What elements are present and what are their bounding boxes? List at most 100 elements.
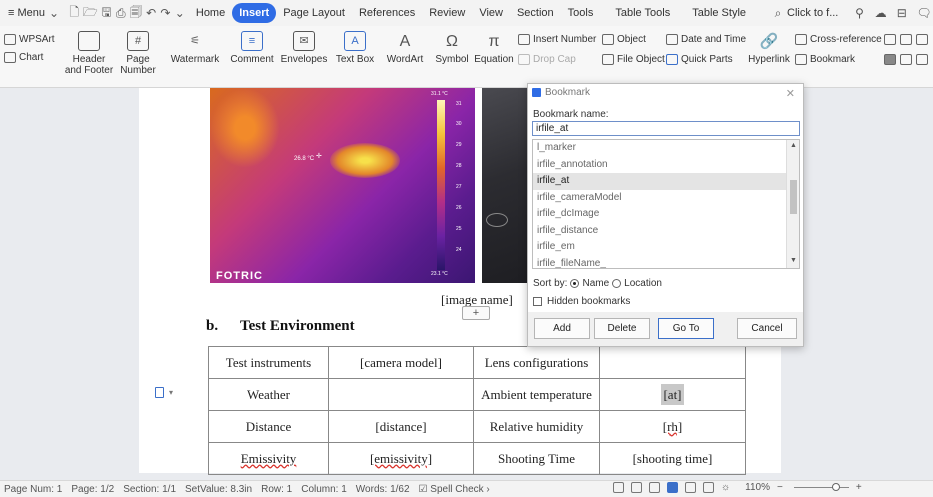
table-cell[interactable]: Relative humidity xyxy=(473,410,600,443)
date-time-button[interactable]: Date and Time xyxy=(666,34,746,45)
list-item[interactable]: l_marker xyxy=(533,140,799,157)
print-preview-icon[interactable]: 🗐 xyxy=(130,5,142,20)
spell-check-button[interactable]: ☑ Spell Check › xyxy=(419,484,490,495)
envelopes-button[interactable]: ✉ Envelopes xyxy=(280,31,328,65)
status-page-num[interactable]: Page Num: 1 xyxy=(4,484,62,495)
status-setvalue[interactable]: SetValue: 8.3in xyxy=(185,484,252,495)
table-cell[interactable] xyxy=(328,378,474,411)
page-number-button[interactable]: # Page Number xyxy=(116,31,160,76)
tab-page-layout[interactable]: Page Layout xyxy=(276,3,352,23)
header-footer-button[interactable]: Header and Footer xyxy=(64,31,114,76)
dialog-titlebar[interactable]: Bookmark xyxy=(532,87,590,98)
object-button[interactable]: Object xyxy=(602,34,646,45)
grid-icon[interactable] xyxy=(916,54,931,65)
form-icon[interactable] xyxy=(900,34,915,45)
open-file-icon[interactable]: 🗁 xyxy=(83,5,98,20)
list-scrollbar[interactable]: ▲ ▼ xyxy=(786,140,799,268)
visible-light-photo[interactable] xyxy=(482,88,532,283)
collapse-ribbon-icon[interactable]: ⊟ xyxy=(897,6,907,20)
undo-icon[interactable]: ↶ xyxy=(146,6,156,20)
focus-mode-icon[interactable]: ☼ xyxy=(721,482,730,493)
new-file-icon[interactable]: 🗋 xyxy=(69,5,79,20)
comment-button[interactable]: ≡ Comment xyxy=(228,31,276,65)
hidden-bookmarks-label[interactable]: Hidden bookmarks xyxy=(547,296,630,307)
chart-button[interactable]: Chart xyxy=(4,52,43,63)
list-item[interactable]: irfile_distance xyxy=(533,223,799,240)
scroll-up-icon[interactable]: ▲ xyxy=(790,142,797,149)
text-box-button[interactable]: A Text Box xyxy=(332,31,378,65)
drop-cap-button[interactable]: Drop Cap xyxy=(518,54,576,65)
table-cell[interactable]: Test instruments xyxy=(208,346,329,379)
tab-view[interactable]: View xyxy=(472,3,510,23)
tab-review[interactable]: Review xyxy=(422,3,472,23)
table-cell[interactable]: Distance xyxy=(208,410,329,443)
thermal-image[interactable]: 26.8 °C ✛ 31.1 °C 23.1 °C xyxy=(210,88,475,283)
table-cell[interactable]: [shooting time] xyxy=(599,442,746,475)
frame-icon[interactable] xyxy=(916,34,931,45)
list-item-selected[interactable]: irfile_at xyxy=(533,173,799,190)
list-item[interactable]: irfile_fileName_ xyxy=(533,256,799,269)
zoom-slider-knob[interactable] xyxy=(831,483,840,491)
table-cell[interactable]: [rh] xyxy=(599,410,746,443)
cancel-button[interactable]: Cancel xyxy=(737,318,797,339)
equation-button[interactable]: π Equation xyxy=(474,31,514,65)
status-page[interactable]: Page: 1/2 xyxy=(71,484,114,495)
table-cell[interactable]: Weather xyxy=(208,378,329,411)
bookmark-name-input[interactable] xyxy=(532,121,800,136)
print-icon[interactable]: ⎙ xyxy=(116,6,126,20)
tab-tools[interactable]: Tools xyxy=(561,3,601,23)
page-view-icon[interactable] xyxy=(667,482,678,493)
zoom-level[interactable]: 110% xyxy=(745,482,770,493)
zoom-slider[interactable] xyxy=(793,483,849,491)
table-cell[interactable]: [at] xyxy=(599,378,746,411)
tab-references[interactable]: References xyxy=(352,3,422,23)
cloud-icon[interactable]: ☁ xyxy=(875,6,887,20)
list-item[interactable]: irfile_cameraModel xyxy=(533,190,799,207)
sort-location-label[interactable]: Location xyxy=(624,278,662,289)
sort-location-radio[interactable] xyxy=(612,279,622,288)
table-cell[interactable]: [emissivity] xyxy=(328,442,474,475)
redo-icon[interactable]: ↷ xyxy=(160,6,170,20)
scroll-down-icon[interactable]: ▼ xyxy=(790,257,797,264)
paragraph-handle-icon[interactable] xyxy=(155,387,164,398)
delete-button[interactable]: Delete xyxy=(594,318,650,339)
status-words[interactable]: Words: 1/62 xyxy=(356,484,410,495)
tab-section[interactable]: Section xyxy=(510,3,561,23)
outline-view-icon[interactable] xyxy=(685,482,696,493)
wordart-button[interactable]: A WordArt xyxy=(382,31,428,65)
scrollbar-thumb[interactable] xyxy=(790,180,797,214)
reading-mode-icon[interactable] xyxy=(649,482,660,493)
tab-insert[interactable]: Insert xyxy=(232,3,277,23)
tab-home[interactable]: Home xyxy=(189,3,232,23)
eye-protection-icon[interactable] xyxy=(613,482,624,493)
tab-table-tools[interactable]: Table Tools xyxy=(608,3,677,23)
web-view-icon[interactable] xyxy=(703,482,714,493)
tab-table-style[interactable]: Table Style xyxy=(685,3,753,23)
table-cell[interactable]: Lens configurations xyxy=(473,346,600,379)
table-cell[interactable]: [distance] xyxy=(328,410,474,443)
image-icon[interactable] xyxy=(900,54,915,65)
share-icon[interactable]: ⚲ xyxy=(854,6,864,20)
sort-name-radio[interactable] xyxy=(570,279,580,288)
field-icon[interactable] xyxy=(884,34,899,45)
fullscreen-icon[interactable] xyxy=(631,482,642,493)
table-cell[interactable]: Shooting Time xyxy=(473,442,600,475)
quick-parts-button[interactable]: Quick Parts xyxy=(666,54,733,65)
layout-icon[interactable] xyxy=(884,54,899,65)
cross-reference-button[interactable]: Cross-reference xyxy=(795,34,882,45)
add-row-button[interactable]: + xyxy=(462,306,490,320)
add-button[interactable]: Add xyxy=(534,318,590,339)
bookmark-list[interactable]: l_marker irfile_annotation irfile_at irf… xyxy=(532,139,800,269)
table-cell[interactable]: [camera model] xyxy=(328,346,474,379)
list-item[interactable]: irfile_annotation xyxy=(533,157,799,174)
hyperlink-button[interactable]: 🔗 Hyperlink xyxy=(746,31,792,66)
table-cell[interactable]: Emissivity xyxy=(208,442,329,475)
symbol-button[interactable]: Ω Symbol xyxy=(432,31,472,65)
search-box[interactable]: ⌕ Click to f... xyxy=(765,2,842,24)
chevron-down-icon[interactable]: ▾ xyxy=(169,388,173,397)
save-icon[interactable]: 🖫 xyxy=(101,5,111,20)
zoom-out-icon[interactable]: − xyxy=(777,482,783,493)
status-section[interactable]: Section: 1/1 xyxy=(123,484,176,495)
main-menu-button[interactable]: ≡ Menu ⌄ xyxy=(4,2,67,24)
go-to-button[interactable]: Go To xyxy=(658,318,714,339)
